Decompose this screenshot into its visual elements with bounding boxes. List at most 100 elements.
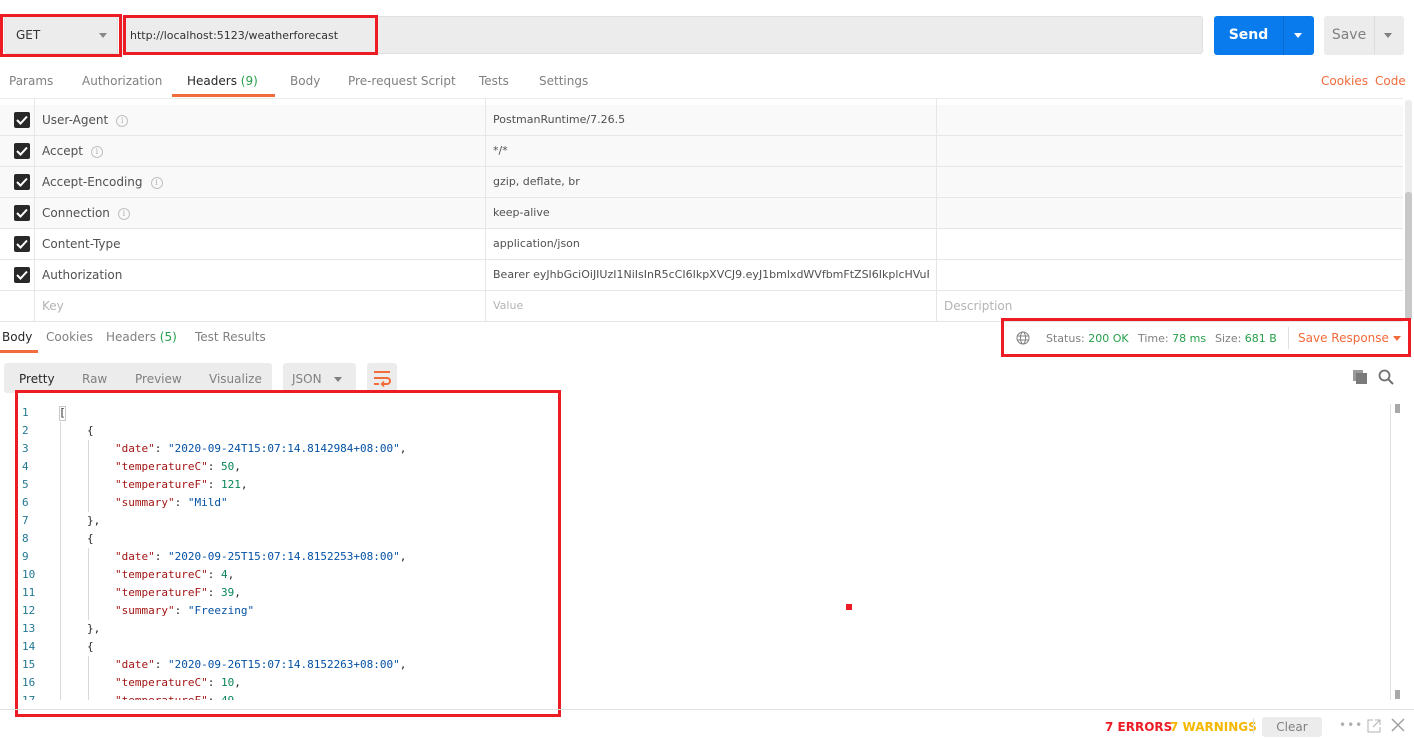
- header-checkbox[interactable]: [14, 205, 30, 221]
- method-select[interactable]: GET: [4, 16, 118, 54]
- info-icon[interactable]: i: [150, 177, 163, 189]
- code-text: },: [87, 514, 101, 527]
- size-readout: Size: 681 B: [1215, 332, 1277, 345]
- code-line: 15 "date": "2020-09-26T15:07:14.8152263+0…: [0, 656, 1380, 674]
- header-value[interactable]: PostmanRuntime/7.26.5: [493, 113, 929, 126]
- info-icon[interactable]: i: [90, 146, 103, 158]
- line-number: 7: [22, 514, 29, 527]
- checkmark-icon: [16, 208, 28, 218]
- code-text: "summary": "Freezing": [115, 604, 255, 617]
- header-checkbox[interactable]: [14, 112, 30, 128]
- errors-count[interactable]: 7 ERRORS: [1105, 720, 1172, 734]
- tab-settings[interactable]: Settings: [539, 74, 588, 88]
- header-key[interactable]: User-Agent i: [42, 113, 129, 127]
- code-line: 9 "date": "2020-09-25T15:07:14.8152253+08…: [0, 548, 1380, 566]
- cookies-link[interactable]: Cookies: [1321, 74, 1368, 88]
- header-key[interactable]: Accept-Encoding i: [42, 175, 163, 189]
- code-line: 11 "temperatureF": 39,: [0, 584, 1380, 602]
- tab-response-cookies[interactable]: Cookies: [46, 330, 93, 344]
- save-response-button[interactable]: Save Response: [1298, 331, 1389, 345]
- line-number: 12: [22, 604, 36, 617]
- header-row: Authorization Bearer eyJhbGciOiJIUzI1NiI…: [0, 260, 1403, 291]
- line-number: 6: [22, 496, 29, 509]
- code-line: 2{: [0, 422, 1380, 440]
- header-value[interactable]: */*: [493, 144, 929, 157]
- more-options-icon[interactable]: •••: [1339, 718, 1363, 732]
- header-checkbox[interactable]: [14, 267, 30, 283]
- line-number: 8: [22, 532, 29, 545]
- popout-icon[interactable]: [1367, 719, 1381, 733]
- header-value[interactable]: Bearer eyJhbGciOiJIUzI1NiIsInR5cCI6IkpXV…: [493, 268, 929, 281]
- format-select[interactable]: JSON: [283, 363, 356, 393]
- format-value: JSON: [292, 372, 322, 386]
- new-description-input[interactable]: Description: [944, 299, 1012, 313]
- code-text: "temperatureC": 10,: [115, 676, 241, 689]
- header-value[interactable]: gzip, deflate, br: [493, 175, 929, 188]
- tab-test-results[interactable]: Test Results: [195, 330, 266, 344]
- save-options-chevron-icon[interactable]: [1384, 33, 1392, 38]
- view-preview[interactable]: Preview: [135, 372, 182, 386]
- size-value: 681 B: [1244, 332, 1277, 345]
- code-line: 7},: [0, 512, 1380, 530]
- tab-tests[interactable]: Tests: [479, 74, 509, 88]
- indent-guide: [60, 422, 61, 700]
- code-text: {: [87, 532, 94, 545]
- response-headers-count-badge: (5): [159, 330, 177, 344]
- close-icon[interactable]: [1391, 718, 1405, 732]
- header-checkbox[interactable]: [14, 174, 30, 190]
- tab-authorization[interactable]: Authorization: [82, 74, 162, 88]
- view-raw[interactable]: Raw: [82, 372, 107, 386]
- status-footer: 7 ERRORS 7 WARNINGS Clear •••: [0, 709, 1414, 741]
- code-text: "date": "2020-09-24T15:07:14.8142984+08:…: [115, 442, 407, 455]
- line-number: 2: [22, 424, 29, 437]
- url-input[interactable]: [120, 16, 1203, 54]
- wrap-lines-icon: [374, 371, 391, 388]
- response-body-viewer[interactable]: 1[2{3 "date": "2020-09-24T15:07:14.814298…: [0, 402, 1403, 700]
- code-link[interactable]: Code: [1375, 74, 1406, 88]
- header-key[interactable]: Authorization: [42, 268, 122, 282]
- headers-scrollbar[interactable]: [1405, 100, 1412, 320]
- checkmark-icon: [16, 270, 28, 280]
- tab-params[interactable]: Params: [9, 74, 53, 88]
- copy-icon[interactable]: [1352, 369, 1368, 385]
- scrollbar-thumb[interactable]: [1395, 404, 1400, 413]
- header-value[interactable]: application/json: [493, 237, 929, 250]
- header-checkbox[interactable]: [14, 236, 30, 252]
- send-options-chevron-icon[interactable]: [1294, 33, 1302, 38]
- code-text: [: [59, 406, 66, 419]
- header-row: Connection i keep-alive: [0, 198, 1403, 229]
- warnings-count[interactable]: 7 WARNINGS: [1170, 720, 1257, 734]
- code-line: 4 "temperatureC": 50,: [0, 458, 1380, 476]
- tab-response-headers[interactable]: Headers (5): [106, 330, 177, 344]
- tab-pre-request-script[interactable]: Pre-request Script: [348, 74, 456, 88]
- code-line: 17 "temperatureF": 49,: [0, 692, 1380, 700]
- chevron-down-icon: [334, 377, 342, 382]
- header-checkbox[interactable]: [14, 143, 30, 159]
- code-text: "date": "2020-09-25T15:07:14.8152253+08:…: [115, 550, 407, 563]
- clear-button[interactable]: Clear: [1262, 717, 1322, 737]
- info-icon[interactable]: i: [116, 115, 129, 127]
- header-key[interactable]: Accept i: [42, 144, 103, 158]
- indent-guide: [88, 548, 89, 620]
- new-key-input[interactable]: Key: [42, 299, 64, 313]
- send-button[interactable]: Send: [1214, 16, 1314, 55]
- header-key[interactable]: Content-Type: [42, 237, 121, 251]
- view-visualize[interactable]: Visualize: [209, 372, 262, 386]
- header-value[interactable]: keep-alive: [493, 206, 929, 219]
- code-scrollbar[interactable]: [1390, 404, 1400, 700]
- save-button[interactable]: Save: [1324, 16, 1404, 55]
- scrollbar-thumb[interactable]: [1395, 690, 1400, 699]
- tab-body[interactable]: Body: [290, 74, 320, 88]
- save-response-chevron-icon[interactable]: [1393, 336, 1401, 341]
- wrap-lines-button[interactable]: [367, 363, 397, 393]
- divider: [1253, 718, 1254, 734]
- time-readout: Time: 78 ms: [1138, 332, 1207, 345]
- tab-response-body[interactable]: Body: [2, 330, 32, 344]
- view-pretty[interactable]: Pretty: [19, 372, 55, 386]
- new-value-input[interactable]: Value: [493, 299, 929, 312]
- header-key[interactable]: Connection i: [42, 206, 130, 220]
- search-icon[interactable]: [1378, 369, 1394, 385]
- scrollbar-thumb[interactable]: [1405, 192, 1412, 320]
- info-icon[interactable]: i: [117, 208, 130, 220]
- tab-headers[interactable]: Headers (9): [187, 74, 258, 88]
